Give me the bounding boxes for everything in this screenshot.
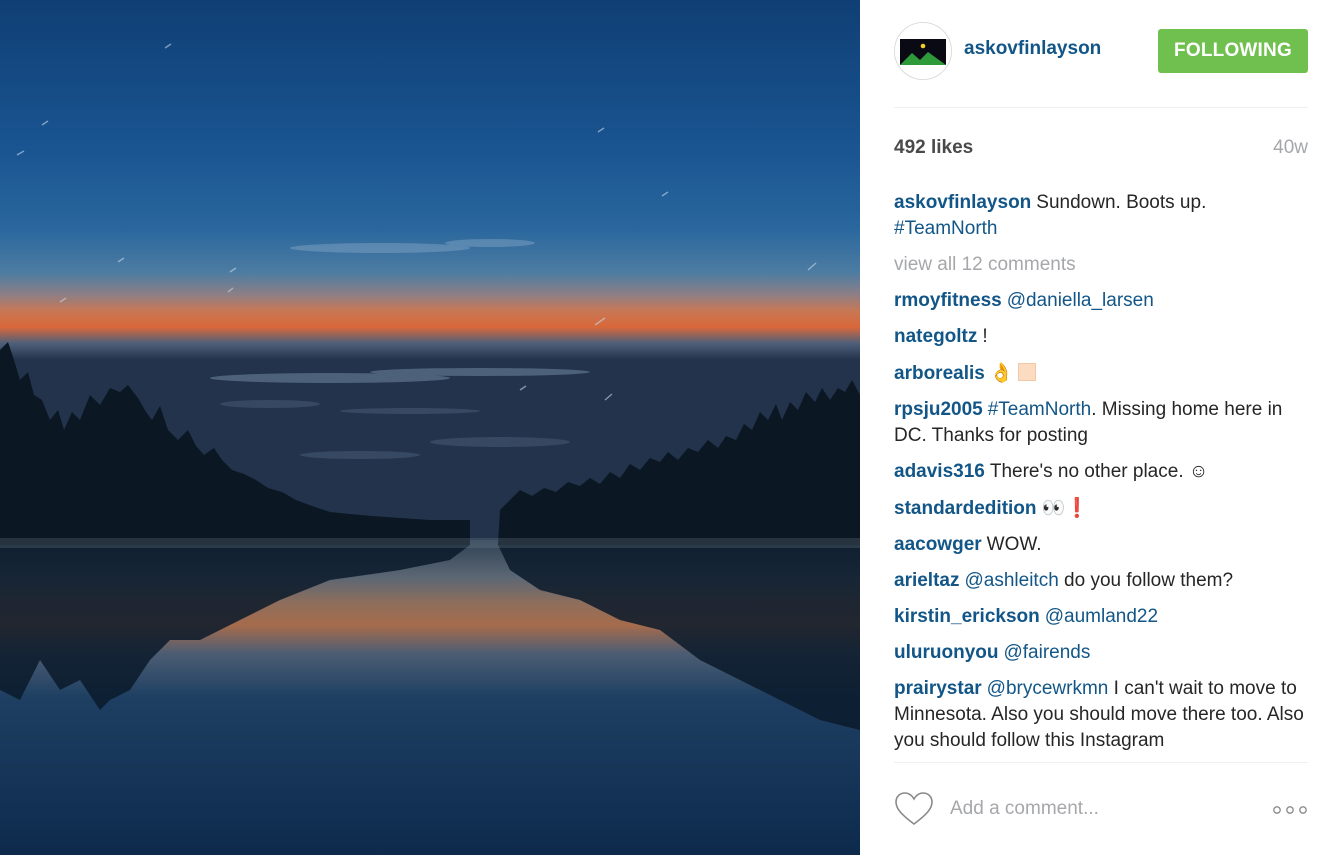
comment-username[interactable]: arborealis	[894, 363, 985, 384]
comment-item: rpsju2005 #TeamNorth. Missing home here i…	[894, 397, 1308, 449]
likes-count[interactable]: 492 likes	[894, 137, 973, 159]
comment-mention[interactable]: @aumland22	[1045, 606, 1158, 627]
comment-mention[interactable]: @ashleitch	[964, 570, 1058, 591]
post-header: askovfinlayson FOLLOWING	[894, 20, 1308, 108]
comment-item: prairystar @brycewrkmn I can't wait to mo…	[894, 676, 1308, 754]
skin-tone-swatch-icon	[1017, 363, 1036, 381]
caption: askovfinlayson Sundown. Boots up. #TeamNor…	[894, 190, 1308, 242]
comment-item: kirstin_erickson @aumland22	[894, 604, 1308, 630]
comment-text: !	[982, 326, 988, 347]
comment-username[interactable]: standardedition	[894, 498, 1037, 519]
comment-item: nategoltz!	[894, 324, 1308, 350]
post-stats: 492 likes 40w	[894, 137, 1308, 161]
post-actions	[894, 762, 1308, 855]
lake-sunset-image	[0, 0, 860, 855]
comment-item: adavis316 There's no other place. ☺	[894, 459, 1308, 485]
heart-icon[interactable]	[894, 791, 934, 827]
comment-username[interactable]: rmoyfitness	[894, 290, 1002, 311]
following-button[interactable]: FOLLOWING	[1158, 29, 1308, 73]
post-age[interactable]: 40w	[1273, 137, 1308, 159]
comment-mention[interactable]: @fairends	[1003, 642, 1090, 663]
comment-username[interactable]: rpsju2005	[894, 399, 983, 420]
comment-username[interactable]: nategoltz	[894, 326, 977, 347]
more-options-icon[interactable]	[1272, 803, 1308, 817]
comment-item: arieltaz @ashleitch do you follow them?	[894, 568, 1308, 594]
post-author-username[interactable]: askovfinlayson	[964, 38, 1101, 60]
ok-hand-emoji-icon: 👌	[989, 362, 1014, 384]
comment-item: uluruonyou @fairends	[894, 640, 1308, 666]
avatar-image	[895, 23, 951, 79]
view-all-comments-link[interactable]: view all 12 comments	[894, 252, 1308, 278]
avatar[interactable]	[894, 22, 952, 80]
comment-item: rmoyfitness @daniella_larsen	[894, 288, 1308, 314]
comments-list: askovfinlayson Sundown. Boots up. #TeamNor…	[894, 190, 1308, 760]
caption-text: Sundown. Boots up.	[1036, 192, 1207, 213]
comment-item: aacowger WOW.	[894, 532, 1308, 558]
comment-username[interactable]: arieltaz	[894, 570, 959, 591]
comment-mention[interactable]: @daniella_larsen	[1007, 290, 1154, 311]
comment-text: There's no other place. ☺	[989, 461, 1209, 482]
post-detail-panel: askovfinlayson FOLLOWING 492 likes 40w a…	[860, 0, 1340, 855]
comment-username[interactable]: adavis316	[894, 461, 985, 482]
comment-hashtag[interactable]: #TeamNorth	[988, 399, 1092, 420]
comment-username[interactable]: kirstin_erickson	[894, 606, 1040, 627]
post-photo[interactable]	[0, 0, 860, 855]
comment-username[interactable]: aacowger	[894, 534, 982, 555]
comment-username[interactable]: uluruonyou	[894, 642, 998, 663]
comment-item: arborealis 👌	[894, 360, 1308, 387]
comment-text: WOW.	[986, 534, 1042, 555]
caption-username[interactable]: askovfinlayson	[894, 192, 1031, 213]
add-comment-input[interactable]	[950, 793, 1250, 825]
exclamation-emoji-icon: ❗	[1065, 498, 1089, 519]
comment-text: do you follow them?	[1064, 570, 1234, 591]
eyes-emoji-icon: 👀	[1041, 497, 1066, 519]
comment-mention[interactable]: @brycewrkmn	[987, 678, 1109, 699]
comment-username[interactable]: prairystar	[894, 678, 982, 699]
caption-hashtag[interactable]: #TeamNorth	[894, 218, 998, 239]
comment-item: standardedition 👀❗	[894, 495, 1308, 522]
